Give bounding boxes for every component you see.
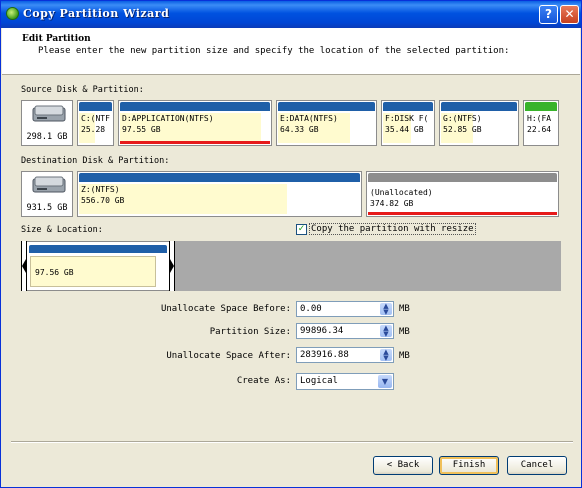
cancel-button[interactable]: Cancel: [507, 456, 567, 475]
copy-partition-window: Copy Partition Wizard ? ✕ Edit Partition…: [0, 0, 582, 488]
unallocate-after-value: 283916.88: [300, 350, 349, 360]
spin-arrows-icon[interactable]: ▲ ▼: [380, 303, 392, 316]
wizard-header: Edit Partition Please enter the new part…: [2, 28, 580, 75]
copy-resize-label[interactable]: Copy the partition with resize: [309, 223, 476, 235]
partition-usage-bar: [368, 173, 557, 182]
destination-disk-label: Destination Disk & Partition:: [21, 156, 170, 166]
partition-size: 556.70 GB: [81, 196, 125, 205]
source-partition-f[interactable]: F:DISK F( 35.44 GB: [381, 100, 435, 146]
source-partition-c[interactable]: C:(NTF 25.28: [77, 100, 114, 146]
unallocate-before-label: Unallocate Space Before:: [160, 304, 291, 314]
partition-size: 374.82 GB: [370, 199, 414, 208]
destination-disk[interactable]: 931.5 GB: [21, 171, 73, 217]
help-button[interactable]: ?: [539, 5, 558, 24]
source-partition-h[interactable]: H:(FA 22.64: [523, 100, 559, 146]
create-as-select[interactable]: Logical ▼: [296, 373, 394, 390]
partition-usage-bar: [441, 102, 517, 111]
partition-usage-bar: [120, 102, 270, 111]
partition-usage-bar: [383, 102, 433, 111]
destination-partition-unallocated[interactable]: (Unallocated) 374.82 GB: [366, 171, 559, 217]
wizard-icon: [6, 7, 19, 20]
partition-usage-bar: [278, 102, 375, 111]
partition-name: H:(FA: [527, 114, 552, 123]
partition-usage-bar: [79, 173, 360, 182]
back-button[interactable]: < Back: [373, 456, 433, 475]
partition-name: C:(NTF: [81, 114, 110, 123]
partition-size: 25.28: [81, 125, 106, 134]
source-disk[interactable]: 298.1 GB: [21, 100, 73, 146]
hard-disk-icon: [32, 105, 66, 122]
right-arrow-icon: [170, 259, 174, 273]
partition-usage-bar: [29, 245, 167, 253]
unallocate-after-label: Unallocate Space After:: [166, 351, 291, 361]
source-partition-g[interactable]: G:(NTFS) 52.85 GB: [439, 100, 519, 146]
left-arrow-icon: [22, 259, 26, 273]
window-title: Copy Partition Wizard: [23, 7, 170, 20]
partition-name: E:DATA(NTFS): [280, 114, 338, 123]
partition-name: F:DISK F(: [385, 114, 429, 123]
selected-indicator: [368, 212, 557, 215]
destination-partition-z[interactable]: Z:(NTFS) 556.70 GB: [77, 171, 362, 217]
partition-name: (Unallocated): [370, 188, 433, 197]
header-title: Edit Partition: [22, 34, 91, 44]
partition-size: 22.64: [527, 125, 552, 134]
size-location-label: Size & Location:: [21, 225, 103, 235]
spin-arrows-icon[interactable]: ▲ ▼: [380, 325, 392, 338]
title-bar[interactable]: Copy Partition Wizard ? ✕: [1, 1, 581, 28]
header-subtitle: Please enter the new partition size and …: [38, 46, 510, 56]
partition-size-label: Partition Size:: [209, 327, 291, 337]
partition-size: 52.85 GB: [443, 125, 482, 134]
unallocate-before-input[interactable]: 0.00 ▲ ▼: [296, 301, 394, 317]
close-button[interactable]: ✕: [560, 5, 579, 24]
unallocate-after-input[interactable]: 283916.88 ▲ ▼: [296, 347, 394, 363]
unallocate-before-value: 0.00: [300, 304, 322, 314]
unit-label: MB: [399, 304, 410, 314]
source-disk-size: 298.1 GB: [26, 132, 68, 142]
partition-resize-box[interactable]: 97.56 GB: [21, 241, 175, 291]
source-disk-label: Source Disk & Partition:: [21, 85, 144, 95]
partition-name: G:(NTFS): [443, 114, 482, 123]
resize-left-handle[interactable]: [21, 241, 27, 291]
selected-indicator: [120, 141, 270, 144]
hard-disk-icon: [32, 176, 66, 193]
partition-size: 97.55 GB: [122, 125, 161, 134]
partition-size-value: 99896.34: [300, 326, 344, 336]
partition-name: D:APPLICATION(NTFS): [122, 114, 214, 123]
partition-size: 64.33 GB: [280, 125, 319, 134]
partition-size: 35.44 GB: [385, 125, 424, 134]
copy-resize-checkbox[interactable]: ✓: [296, 224, 307, 235]
spin-arrows-icon[interactable]: ▲ ▼: [380, 349, 392, 362]
partition-usage-bar: [79, 102, 112, 111]
finish-button[interactable]: Finish: [439, 456, 499, 475]
unit-label: MB: [399, 327, 410, 337]
create-as-label: Create As:: [236, 376, 291, 386]
resize-partition-size: 97.56 GB: [35, 268, 74, 277]
source-partition-d[interactable]: D:APPLICATION(NTFS) 97.55 GB: [118, 100, 272, 146]
source-partition-e[interactable]: E:DATA(NTFS) 64.33 GB: [276, 100, 377, 146]
partition-usage-bar: [525, 102, 557, 111]
create-as-value: Logical: [300, 376, 338, 386]
partition-name: Z:(NTFS): [81, 185, 120, 194]
resize-right-handle[interactable]: [169, 241, 175, 291]
destination-disk-size: 931.5 GB: [26, 203, 68, 213]
unit-label: MB: [399, 351, 410, 361]
partition-size-input[interactable]: 99896.34 ▲ ▼: [296, 323, 394, 339]
footer-divider: [11, 441, 573, 443]
chevron-down-icon[interactable]: ▼: [378, 375, 392, 388]
